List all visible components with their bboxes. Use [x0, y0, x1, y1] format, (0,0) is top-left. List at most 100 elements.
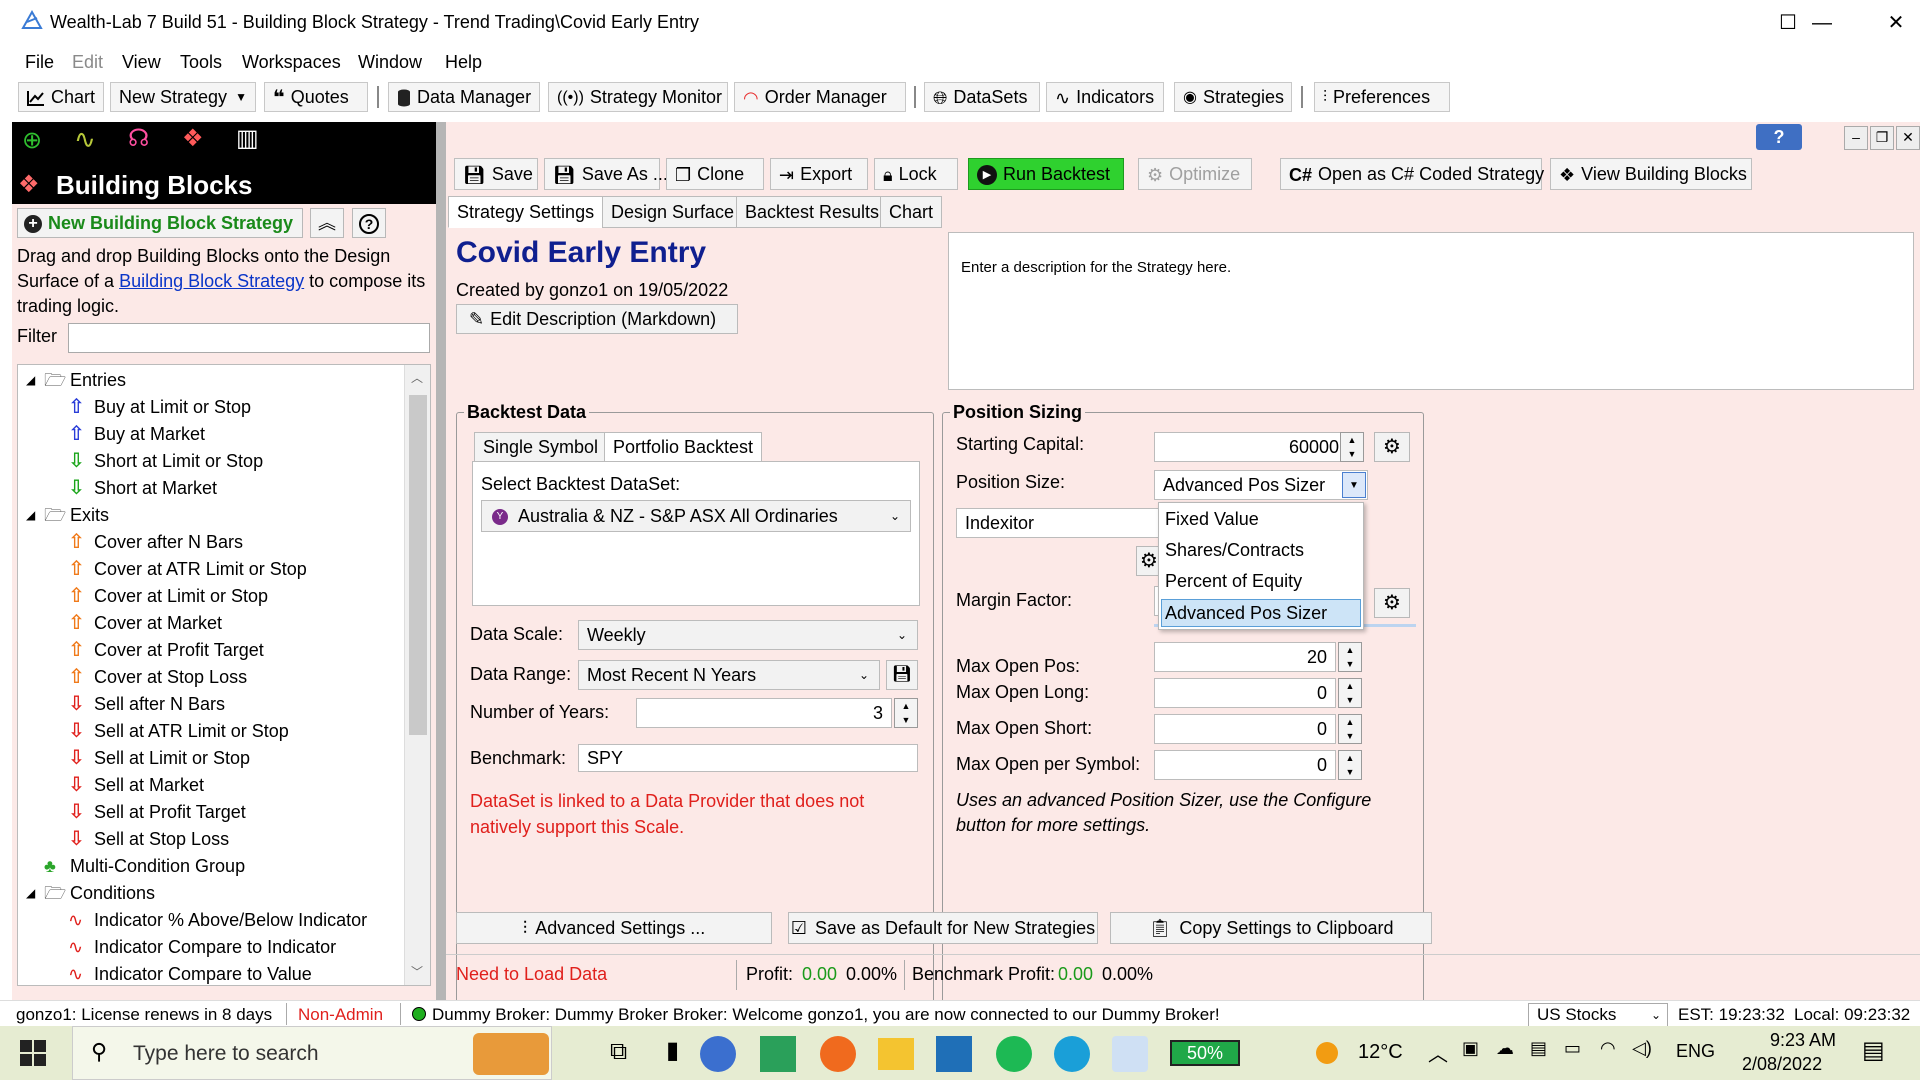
edge-icon[interactable] — [1054, 1036, 1090, 1072]
years-stepper[interactable]: ▲ ▼ — [894, 698, 918, 728]
stepper-down-icon[interactable]: ▼ — [1339, 657, 1361, 671]
help-button[interactable]: ? — [1756, 124, 1802, 150]
max-open-long-input[interactable]: 0 — [1154, 678, 1336, 708]
data-range-select[interactable]: Most Recent N Years ⌄ — [578, 660, 880, 690]
max-open-per-symbol-stepper[interactable]: ▲ ▼ — [1338, 750, 1362, 780]
doc-restore-button[interactable]: ❐ — [1870, 126, 1894, 150]
new-building-block-strategy-button[interactable]: + New Building Block Strategy — [17, 208, 303, 238]
chevron-down-icon[interactable]: ▼ — [1342, 472, 1366, 498]
menu-help[interactable]: Help — [445, 52, 482, 73]
brain-icon[interactable]: ☊ — [128, 124, 149, 153]
stepper-up-icon[interactable]: ▲ — [895, 699, 917, 713]
market-select[interactable]: US Stocks ⌄ — [1528, 1003, 1668, 1026]
max-open-short-input[interactable]: 0 — [1154, 714, 1336, 744]
stepper-up-icon[interactable]: ▲ — [1339, 679, 1361, 693]
onedrive-icon[interactable]: ☁ — [1496, 1038, 1514, 1059]
data-manager-button[interactable]: Data Manager — [388, 82, 540, 112]
export-button[interactable]: ⇥ Export — [770, 158, 868, 190]
quotes-button[interactable]: ❝ Quotes — [264, 82, 368, 112]
wifi-icon[interactable]: ◠ — [1600, 1038, 1616, 1059]
menu-edit[interactable]: Edit — [72, 52, 103, 73]
save-default-button[interactable]: ☑ Save as Default for New Strategies — [788, 912, 1098, 944]
firefox-icon[interactable] — [820, 1036, 856, 1072]
order-manager-button[interactable]: ◠ Order Manager — [734, 82, 906, 112]
battery-icon[interactable]: ▭ — [1564, 1038, 1581, 1059]
indicator-wave-icon[interactable]: ∿ — [74, 124, 96, 155]
file-explorer-icon[interactable] — [878, 1038, 914, 1070]
menu-window[interactable]: Window — [358, 52, 422, 73]
show-hidden-icon[interactable]: ︿ — [1428, 1038, 1448, 1067]
tab-chart[interactable]: Chart — [880, 196, 943, 228]
tab-backtest-results[interactable]: Backtest Results — [736, 196, 889, 228]
tab-strategy-settings[interactable]: Strategy Settings — [448, 196, 604, 228]
app-icon[interactable] — [936, 1036, 972, 1072]
wealthlab-taskbar-icon[interactable] — [1112, 1036, 1148, 1072]
max-open-per-symbol-input[interactable]: 0 — [1154, 750, 1336, 780]
menu-view[interactable]: View — [122, 52, 161, 73]
clock-time[interactable]: 9:23 AM — [1770, 1030, 1836, 1051]
copy-settings-button[interactable]: 📋︎ Copy Settings to Clipboard — [1110, 912, 1432, 944]
max-open-short-stepper[interactable]: ▲ ▼ — [1338, 714, 1362, 744]
option-shares-contracts[interactable]: Shares/Contracts — [1165, 540, 1304, 561]
margin-config-button[interactable]: ⚙ — [1374, 588, 1410, 618]
menu-file[interactable]: File — [25, 52, 54, 73]
option-percent-of-equity[interactable]: Percent of Equity — [1165, 571, 1302, 592]
save-button[interactable]: 💾︎ Save — [454, 158, 538, 190]
stepper-down-icon[interactable]: ▼ — [1341, 447, 1363, 461]
data-scale-select[interactable]: Weekly ⌄ — [578, 620, 918, 650]
view-building-blocks-button[interactable]: ❖ View Building Blocks — [1550, 158, 1752, 190]
number-of-years-input[interactable]: 3 — [636, 698, 892, 728]
scroll-up-icon[interactable]: ︿ — [411, 369, 423, 386]
task-view-icon[interactable]: ⧉ — [610, 1038, 627, 1066]
tab-single-symbol[interactable]: Single Symbol — [474, 432, 608, 462]
indicators-button[interactable]: ∿ Indicators — [1046, 82, 1164, 112]
option-fixed-value[interactable]: Fixed Value — [1165, 509, 1259, 530]
advanced-settings-button[interactable]: ⫶ Advanced Settings ... — [456, 912, 772, 944]
capital-stepper[interactable]: ▲ ▼ — [1340, 432, 1364, 462]
capital-config-button[interactable]: ⚙ — [1374, 432, 1410, 462]
doc-minimize-button[interactable]: – — [1844, 126, 1868, 150]
building-blocks-tree[interactable]: ◢ 🗁︎ Entries ⇧ Buy at Limit or Stop ⇧ Buy at M… — [17, 364, 431, 986]
edit-description-button[interactable]: ✎ Edit Description (Markdown) — [456, 304, 738, 334]
stepper-down-icon[interactable]: ▼ — [895, 713, 917, 727]
spotify-icon[interactable] — [996, 1036, 1032, 1072]
datasets-button[interactable]: 🌐︎ DataSets — [924, 82, 1040, 112]
tree-scrollbar[interactable]: ︿ ﹀ — [404, 365, 430, 985]
stepper-down-icon[interactable]: ▼ — [1339, 765, 1361, 779]
tab-design-surface[interactable]: Design Surface — [602, 196, 744, 228]
strategies-button[interactable]: ◉ Strategies — [1174, 82, 1292, 112]
position-sizer-select[interactable]: Indexitor — [956, 508, 1176, 538]
position-size-dropdown[interactable]: Fixed Value Shares/Contracts Percent of … — [1158, 502, 1364, 630]
run-backtest-button[interactable]: ▶ Run Backtest — [968, 158, 1124, 190]
maximize-button[interactable]: ☐ — [1754, 0, 1822, 46]
expand-toggle-icon[interactable]: ◢ — [26, 367, 35, 394]
chart-button[interactable]: Chart — [18, 82, 104, 112]
stepper-up-icon[interactable]: ▲ — [1339, 643, 1361, 657]
building-block-strategy-link[interactable]: Building Block Strategy — [119, 271, 304, 291]
max-open-pos-stepper[interactable]: ▲ ▼ — [1338, 642, 1362, 672]
collapse-all-button[interactable]: ︽ — [310, 208, 344, 238]
widgets-icon[interactable]: ▮ — [666, 1036, 679, 1065]
clone-button[interactable]: ❐ Clone — [666, 158, 764, 190]
stepper-down-icon[interactable]: ▼ — [1339, 693, 1361, 707]
strategy-monitor-button[interactable]: ((•)) Strategy Monitor — [548, 82, 728, 112]
language-indicator[interactable]: ENG — [1676, 1041, 1715, 1062]
help-button[interactable]: ? — [352, 208, 386, 238]
lock-button[interactable]: 🔒︎ Lock — [874, 158, 958, 190]
notifications-icon[interactable]: ▤ — [1862, 1036, 1885, 1065]
stepper-down-icon[interactable]: ▼ — [1339, 729, 1361, 743]
library-icon[interactable]: ▥ — [236, 124, 259, 153]
save-range-button[interactable]: 💾︎ — [886, 660, 918, 690]
windows-start-icon[interactable] — [20, 1040, 46, 1066]
stepper-up-icon[interactable]: ▲ — [1339, 751, 1361, 765]
preferences-button[interactable]: ⫶ Preferences — [1314, 82, 1450, 112]
battery-percent[interactable]: 50% — [1170, 1040, 1240, 1066]
blocks-icon[interactable]: ❖ — [182, 124, 204, 153]
clock-date[interactable]: 2/08/2022 — [1742, 1054, 1822, 1075]
scrollbar-thumb[interactable] — [409, 395, 427, 735]
tab-portfolio-backtest[interactable]: Portfolio Backtest — [604, 432, 763, 462]
app-icon[interactable] — [700, 1036, 736, 1072]
starting-capital-input[interactable]: 60000 — [1154, 432, 1348, 462]
filter-input[interactable] — [68, 323, 430, 353]
expand-toggle-icon[interactable]: ◢ — [26, 502, 35, 529]
